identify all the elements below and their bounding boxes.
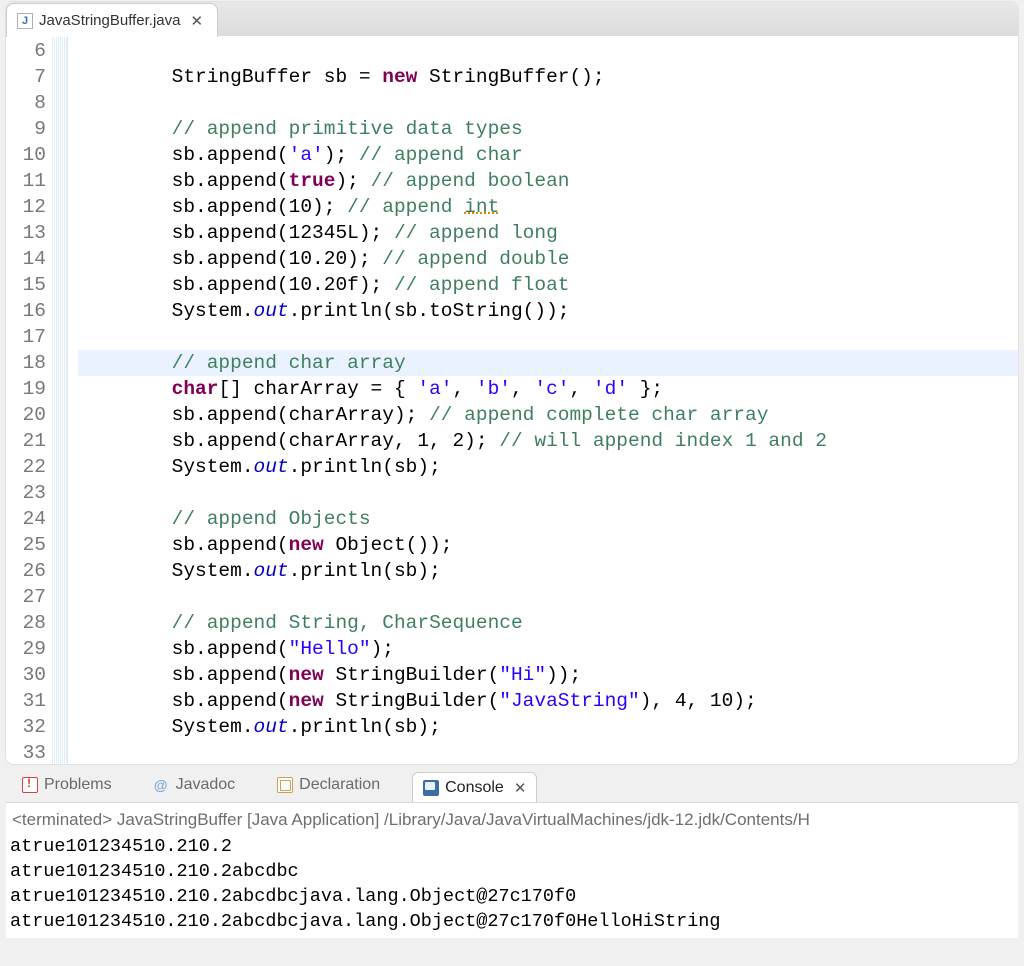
line-number: 31 xyxy=(6,688,46,714)
code-line[interactable] xyxy=(78,584,1018,610)
bottom-panel: Problems @ Javadoc Declaration Console ✕… xyxy=(6,768,1018,938)
line-number: 32 xyxy=(6,714,46,740)
line-number: 13 xyxy=(6,220,46,246)
code-line[interactable] xyxy=(78,480,1018,506)
code-line[interactable] xyxy=(78,740,1018,764)
code-line[interactable]: // append char array xyxy=(78,350,1018,376)
code-line[interactable]: sb.append(10); // append int xyxy=(78,194,1018,220)
console-output[interactable]: <terminated> JavaStringBuffer [Java Appl… xyxy=(6,802,1018,938)
line-number: 11 xyxy=(6,168,46,194)
code-line[interactable]: sb.append(10.20); // append double xyxy=(78,246,1018,272)
line-number: 23 xyxy=(6,480,46,506)
code-line[interactable]: sb.append(true); // append boolean xyxy=(78,168,1018,194)
code-line[interactable]: sb.append(charArray); // append complete… xyxy=(78,402,1018,428)
tab-console[interactable]: Console ✕ xyxy=(412,772,537,802)
line-number: 14 xyxy=(6,246,46,272)
code-line[interactable]: // append primitive data types xyxy=(78,116,1018,142)
java-file-icon: J xyxy=(17,13,33,29)
line-number: 15 xyxy=(6,272,46,298)
editor-panel: J JavaStringBuffer.java ✕ 67891011121314… xyxy=(6,2,1018,764)
console-line: atrue101234510.210.2 xyxy=(10,834,1018,859)
line-number: 26 xyxy=(6,558,46,584)
line-number: 29 xyxy=(6,636,46,662)
code-line[interactable]: System.out.println(sb.toString()); xyxy=(78,298,1018,324)
code-line[interactable]: sb.append('a'); // append char xyxy=(78,142,1018,168)
code-line[interactable]: // append Objects xyxy=(78,506,1018,532)
tab-declaration-label: Declaration xyxy=(299,776,380,794)
line-number: 25 xyxy=(6,532,46,558)
line-number: 9 xyxy=(6,116,46,142)
code-line[interactable]: sb.append(new StringBuilder("JavaString"… xyxy=(78,688,1018,714)
code-line[interactable]: sb.append(new StringBuilder("Hi")); xyxy=(78,662,1018,688)
console-icon xyxy=(423,780,439,796)
folding-ruler xyxy=(52,36,68,764)
line-number: 33 xyxy=(6,740,46,764)
line-number: 17 xyxy=(6,324,46,350)
tab-javadoc[interactable]: @ Javadoc xyxy=(144,770,246,800)
bottom-tab-bar: Problems @ Javadoc Declaration Console ✕ xyxy=(6,768,1018,802)
code-line[interactable]: // append String, CharSequence xyxy=(78,610,1018,636)
line-number: 27 xyxy=(6,584,46,610)
code-line[interactable]: System.out.println(sb); xyxy=(78,454,1018,480)
line-number: 24 xyxy=(6,506,46,532)
code-line[interactable] xyxy=(78,38,1018,64)
tab-console-label: Console xyxy=(445,779,504,797)
line-number: 30 xyxy=(6,662,46,688)
line-number: 18 xyxy=(6,350,46,376)
code-line[interactable]: sb.append(new Object()); xyxy=(78,532,1018,558)
tab-problems-label: Problems xyxy=(44,776,112,794)
console-lines: atrue101234510.210.2atrue101234510.210.2… xyxy=(10,834,1018,934)
code-line[interactable] xyxy=(78,324,1018,350)
tab-problems[interactable]: Problems xyxy=(12,770,122,800)
console-line: atrue101234510.210.2abcdbcjava.lang.Obje… xyxy=(10,909,1018,934)
editor-body: 6789101112131415161718192021222324252627… xyxy=(6,36,1018,764)
code-line[interactable]: System.out.println(sb); xyxy=(78,558,1018,584)
code-line[interactable]: sb.append(charArray, 1, 2); // will appe… xyxy=(78,428,1018,454)
tab-declaration[interactable]: Declaration xyxy=(267,770,390,800)
line-number: 28 xyxy=(6,610,46,636)
console-line: atrue101234510.210.2abcdbcjava.lang.Obje… xyxy=(10,884,1018,909)
line-number: 7 xyxy=(6,64,46,90)
console-launch-meta: <terminated> JavaStringBuffer [Java Appl… xyxy=(10,803,1018,834)
code-line[interactable]: char[] charArray = { 'a', 'b', 'c', 'd' … xyxy=(78,376,1018,402)
problems-icon xyxy=(22,777,38,793)
javadoc-icon: @ xyxy=(154,777,170,793)
close-icon[interactable]: ✕ xyxy=(190,12,203,30)
editor-tab-bar: J JavaStringBuffer.java ✕ xyxy=(6,2,1018,36)
code-line[interactable]: StringBuffer sb = new StringBuffer(); xyxy=(78,64,1018,90)
console-line: atrue101234510.210.2abcdbc xyxy=(10,859,1018,884)
line-number: 8 xyxy=(6,90,46,116)
code-line[interactable]: sb.append(10.20f); // append float xyxy=(78,272,1018,298)
line-number: 22 xyxy=(6,454,46,480)
code-line[interactable]: System.out.println(sb); xyxy=(78,714,1018,740)
line-number: 12 xyxy=(6,194,46,220)
line-number: 21 xyxy=(6,428,46,454)
code-line[interactable] xyxy=(78,90,1018,116)
code-line[interactable]: sb.append(12345L); // append long xyxy=(78,220,1018,246)
close-icon[interactable]: ✕ xyxy=(514,779,527,797)
line-number: 6 xyxy=(6,38,46,64)
editor-tab-javastringbuffer[interactable]: J JavaStringBuffer.java ✕ xyxy=(6,3,218,37)
code-line[interactable]: sb.append("Hello"); xyxy=(78,636,1018,662)
code-area[interactable]: StringBuffer sb = new StringBuffer(); //… xyxy=(68,36,1018,764)
line-number: 16 xyxy=(6,298,46,324)
line-number-gutter: 6789101112131415161718192021222324252627… xyxy=(6,36,52,764)
tab-javadoc-label: Javadoc xyxy=(176,776,236,794)
line-number: 19 xyxy=(6,376,46,402)
declaration-icon xyxy=(277,777,293,793)
line-number: 20 xyxy=(6,402,46,428)
line-number: 10 xyxy=(6,142,46,168)
editor-tab-title: JavaStringBuffer.java xyxy=(39,12,180,29)
